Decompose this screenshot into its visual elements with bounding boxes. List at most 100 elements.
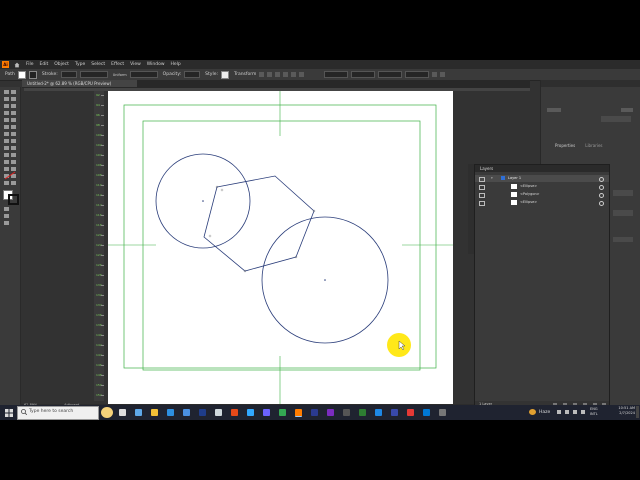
ellipse-center-point <box>324 279 326 281</box>
ruler-tick <box>101 335 104 336</box>
layer-color-icon <box>501 176 505 180</box>
thumbnail-icon <box>511 200 517 205</box>
ruler-label: 96 <box>96 113 100 117</box>
search-placeholder: Type here to search <box>29 409 74 414</box>
eye-icon[interactable] <box>479 177 485 182</box>
layers-panel: Layers ▾ Layer 1 <Ellipse> <Polygon> <El… <box>474 164 610 410</box>
target-icon[interactable] <box>599 193 604 198</box>
ruler-tick <box>101 355 104 356</box>
tray-chevron-icon[interactable] <box>557 410 561 414</box>
artboard[interactable] <box>108 91 453 404</box>
app-icon[interactable] <box>327 409 334 416</box>
ellipse-center-point <box>202 200 204 202</box>
ruler-tick <box>101 95 104 96</box>
clock-date: 2/7/2024 <box>619 410 635 415</box>
layer-row[interactable]: ▾ Layer 1 <box>475 175 609 182</box>
network-icon[interactable] <box>565 410 569 414</box>
search-icon <box>21 409 27 415</box>
app-icon[interactable] <box>343 409 350 416</box>
target-icon[interactable] <box>599 185 604 190</box>
language-indicator[interactable]: ENG INTL <box>590 407 598 416</box>
chrome-like-icon[interactable] <box>135 409 142 416</box>
ruler-tick <box>101 325 104 326</box>
ruler-tick <box>101 385 104 386</box>
app-icon[interactable] <box>375 409 382 416</box>
ruler-tick <box>101 255 104 256</box>
firefox-icon[interactable] <box>231 409 238 416</box>
app-icon[interactable] <box>407 409 414 416</box>
weather-text[interactable]: Haze <box>539 410 550 415</box>
ruler-tick <box>101 375 104 376</box>
store-icon[interactable] <box>183 409 190 416</box>
ruler-tick <box>101 165 104 166</box>
lang-code: ENG <box>590 407 598 411</box>
app-icon[interactable] <box>423 409 430 416</box>
sublayer-name[interactable]: <Ellipse> <box>520 183 537 190</box>
target-icon[interactable] <box>599 177 604 182</box>
after-effects-icon[interactable] <box>263 409 270 416</box>
illustrator-window: Ai File Edit Object Type Select Effect V… <box>0 60 640 420</box>
layer-row[interactable]: <Ellipse> <box>475 199 609 206</box>
eye-icon[interactable] <box>479 193 485 198</box>
premiere-icon[interactable] <box>199 409 206 416</box>
target-icon[interactable] <box>599 201 604 206</box>
ruler-tick <box>101 175 104 176</box>
ruler-tick <box>101 295 104 296</box>
layers-panel-title[interactable]: Layers <box>480 166 493 171</box>
ruler-tick <box>101 275 104 276</box>
app-icon[interactable] <box>359 409 366 416</box>
ruler-tick <box>101 105 104 106</box>
file-explorer-icon[interactable] <box>151 409 158 416</box>
ruler-tick <box>101 305 104 306</box>
thumbnail-icon <box>511 192 517 197</box>
ruler-tick <box>101 225 104 226</box>
eye-icon[interactable] <box>479 185 485 190</box>
app-icon[interactable] <box>279 409 286 416</box>
ruler-tick <box>101 185 104 186</box>
layer-row[interactable]: <Ellipse> <box>475 183 609 190</box>
sublayer-name[interactable]: <Ellipse> <box>520 199 537 206</box>
ruler-tick <box>101 265 104 266</box>
sublayer-name[interactable]: <Polygon> <box>520 191 540 198</box>
layers-panel-header <box>475 165 609 172</box>
ruler-label: 92 <box>96 93 100 97</box>
ruler-tick <box>101 285 104 286</box>
chevron-down-icon[interactable]: ▾ <box>491 175 493 182</box>
ruler-tick <box>101 245 104 246</box>
layer-name[interactable]: Layer 1 <box>508 175 521 182</box>
ruler-tick <box>101 145 104 146</box>
edge-icon[interactable] <box>167 409 174 416</box>
ruler-tick <box>101 135 104 136</box>
ruler-tick <box>101 215 104 216</box>
weather-icon[interactable] <box>529 409 536 415</box>
clock[interactable]: 10:51 AM 2/7/2024 <box>605 406 635 415</box>
windows-start-icon[interactable] <box>5 409 13 417</box>
eye-icon[interactable] <box>479 201 485 206</box>
layer-row[interactable]: <Polygon> <box>475 191 609 198</box>
ruler-tick <box>101 195 104 196</box>
app-icon[interactable] <box>391 409 398 416</box>
app-icon[interactable] <box>439 409 446 416</box>
app-icon[interactable] <box>215 409 222 416</box>
ruler-tick <box>101 395 104 396</box>
battery-icon[interactable] <box>581 410 585 414</box>
volume-icon[interactable] <box>573 410 577 414</box>
notification-icon[interactable] <box>636 406 639 418</box>
illustrator-taskbar-icon[interactable] <box>295 409 302 417</box>
ruler-tick <box>101 125 104 126</box>
ruler-label: 98 <box>96 123 100 127</box>
ruler-tick <box>101 365 104 366</box>
thumbnail-icon <box>511 184 517 189</box>
ruler-tick <box>101 345 104 346</box>
ruler-tick <box>101 315 104 316</box>
ruler-label: 94 <box>96 103 100 107</box>
search-highlights-icon[interactable] <box>101 407 113 418</box>
photoshop-icon[interactable] <box>247 409 254 416</box>
media-encoder-icon[interactable] <box>311 409 318 416</box>
ruler-tick <box>101 115 104 116</box>
lang-layout: INTL <box>590 411 598 416</box>
task-view-icon[interactable] <box>119 409 126 416</box>
ruler-tick <box>101 205 104 206</box>
ruler-tick <box>101 155 104 156</box>
ruler-tick <box>101 235 104 236</box>
